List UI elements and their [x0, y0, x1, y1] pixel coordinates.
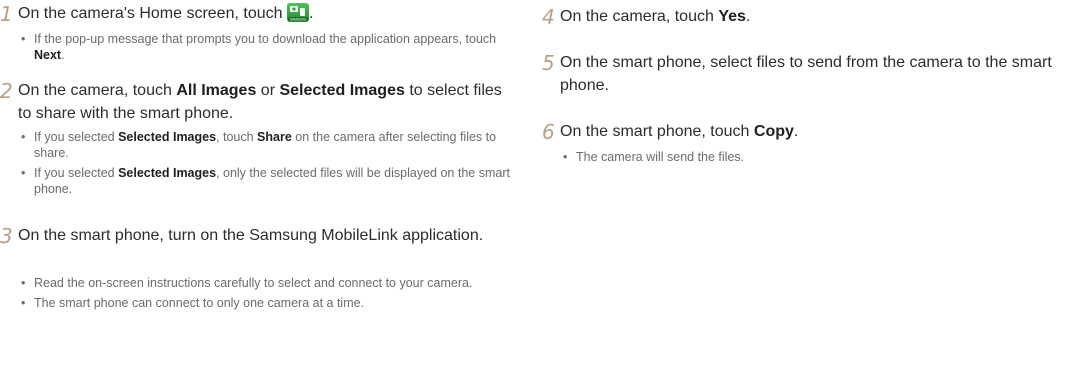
step-text-part: On the camera, touch	[560, 8, 719, 25]
app-icon-label: SAMSUNG	[290, 17, 307, 21]
bullet-item: • The smart phone can connect to only one…	[20, 295, 525, 311]
step-number: 2	[0, 79, 13, 103]
step-text: On the smart phone, touch Copy.	[560, 120, 1090, 143]
step-number: 5	[542, 51, 555, 75]
bullet-text: If you selected	[34, 166, 119, 180]
step-bullets: • The camera will send the files.	[562, 149, 1067, 169]
step-number: 1	[0, 2, 13, 26]
bullet-dot: •	[563, 150, 568, 164]
step-bullets: • Read the on-screen instructions careful…	[20, 275, 525, 315]
step-text: On the camera, touch Yes.	[560, 5, 1090, 28]
bullet-item: • Read the on-screen instructions careful…	[20, 275, 525, 291]
step-number: 6	[542, 120, 555, 144]
bullet-text: .	[61, 48, 65, 62]
step-text: On the camera, touch All Images or Selec…	[18, 79, 518, 125]
mobilelink-app-icon: SAMSUNG	[286, 3, 309, 22]
step-text: On the smart phone, select files to send…	[560, 54, 1052, 94]
step-bullets: • If the pop-up message that prompts you …	[20, 31, 525, 67]
bullet-text: If the pop-up message that prompts you t…	[34, 32, 497, 46]
bullet-text: If you selected	[34, 130, 119, 144]
step-bold: Copy	[753, 123, 794, 140]
step-bold: All Images	[176, 82, 257, 99]
step-text-part: .	[793, 123, 799, 140]
step-bullets: • If you selected Selected Images, touch …	[20, 129, 525, 201]
step-text: On the smart phone, turn on the Samsung …	[18, 227, 484, 244]
step-text-part: On the smart phone, touch	[560, 123, 754, 140]
bullet-item: • The camera will send the files.	[562, 149, 1067, 165]
bullet-bold: Selected Images	[118, 166, 217, 180]
bullet-text: The camera will send the files.	[576, 150, 745, 164]
step-bold: Selected Images	[279, 82, 405, 99]
step-text-part: On the camera, touch	[18, 82, 177, 99]
bullet-item: • If you selected Selected Images, touch …	[20, 129, 525, 161]
step-number: 4	[542, 5, 555, 29]
bullet-dot: •	[21, 32, 26, 46]
bullet-text: The smart phone can connect to only one …	[34, 296, 365, 310]
step-text: On the camera's Home screen, touch SAMSU…	[18, 2, 518, 25]
bullet-text: Read the on-screen instructions carefull…	[34, 276, 473, 290]
bullet-dot: •	[21, 130, 26, 144]
bullet-dot: •	[21, 296, 26, 310]
step-text-part: or	[256, 82, 280, 99]
step-bold: Yes	[718, 8, 746, 25]
bullet-dot: •	[21, 276, 26, 290]
step-text-part: .	[745, 8, 751, 25]
bullet-bold: Selected Images	[118, 130, 217, 144]
bullet-text: , touch	[216, 130, 258, 144]
step-number: 3	[0, 224, 13, 248]
bullet-item: • If the pop-up message that prompts you …	[20, 31, 525, 63]
bullet-item: • If you selected Selected Images, only t…	[20, 165, 525, 197]
bullet-bold: Share	[257, 130, 292, 144]
step-text-part: .	[308, 5, 314, 22]
bullet-dot: •	[21, 166, 26, 180]
bullet-bold: Next	[34, 48, 62, 62]
step-text-part: On the camera's Home screen, touch	[18, 5, 287, 22]
